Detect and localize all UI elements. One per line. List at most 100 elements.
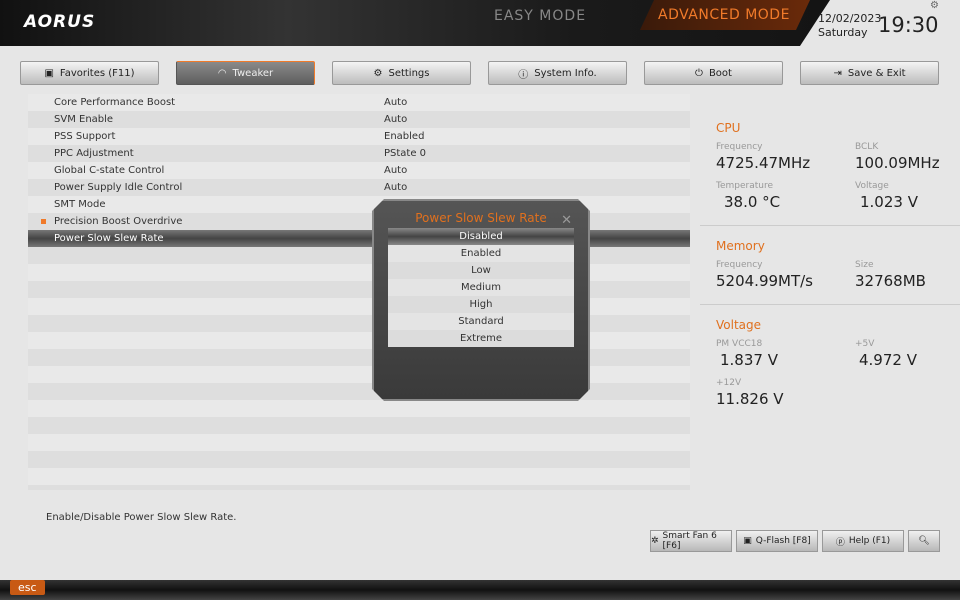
bclk: 100.09MHz	[855, 154, 940, 172]
tab-save-exit[interactable]: ⇥ Save & Exit	[800, 61, 939, 85]
tab-tweaker[interactable]: ◠ Tweaker	[176, 61, 315, 85]
setting-row[interactable]: SMT ModeAuto	[28, 196, 690, 213]
option-list: Disabled Enabled Low Medium High Standard Extr…	[388, 228, 574, 347]
setting-row[interactable]: Power Slow Slew Rate	[28, 230, 690, 247]
search-button[interactable]: 🔍︎	[908, 530, 940, 552]
option-item[interactable]: Extreme	[388, 330, 574, 347]
q-flash-button[interactable]: ▣ Q-Flash [F8]	[736, 530, 818, 552]
tab-label: System Info.	[534, 67, 597, 79]
setting-label: Core Performance Boost	[54, 97, 176, 108]
tab-system-info[interactable]: ⓘ System Info.	[488, 61, 627, 85]
option-item[interactable]: High	[388, 296, 574, 313]
p5v-label: +5V	[855, 339, 875, 349]
divider	[700, 225, 960, 226]
setting-value: Auto	[384, 182, 408, 193]
gear-icon: ⚙	[373, 67, 383, 79]
setting-row[interactable]: Core Performance Boost Auto	[28, 94, 690, 111]
tab-settings[interactable]: ⚙ Settings	[332, 61, 471, 85]
search-icon: 🔍︎	[918, 536, 930, 546]
aorus-logo: AORUS	[24, 12, 96, 32]
star-box-icon: ▣	[44, 67, 54, 79]
setting-label: PSS Support	[54, 131, 116, 142]
mem-size-label: Size	[855, 260, 874, 270]
setting-row[interactable]: Power Supply Idle Control Auto	[28, 179, 690, 196]
gear-icon[interactable]: ⚙	[930, 0, 939, 11]
main-tabs: ▣ Favorites (F11) ◠ Tweaker ⚙ Settings ⓘ Sys…	[20, 61, 939, 85]
tab-favorites[interactable]: ▣ Favorites (F11)	[20, 61, 159, 85]
option-popup: Power Slow Slew Rate ✕ Disabled Enabled Lo…	[372, 199, 590, 401]
cpu-freq: 4725.47MHz	[716, 154, 811, 172]
cpu-freq-label: Frequency	[716, 142, 763, 152]
setting-value: Auto	[384, 97, 408, 108]
option-item[interactable]: Medium	[388, 279, 574, 296]
setting-label: Power Supply Idle Control	[54, 182, 183, 193]
gauge-icon: ◠	[217, 67, 227, 79]
tab-label: Favorites (F11)	[59, 67, 135, 79]
setting-row[interactable]: SVM Enable Auto	[28, 111, 690, 128]
option-item[interactable]: Enabled	[388, 245, 574, 262]
bottom-toolbar: ✲ Smart Fan 6 [F6] ▣ Q-Flash [F8] ⓟ Help (F…	[650, 530, 940, 552]
mem-freq-label: Frequency	[716, 260, 763, 270]
option-item[interactable]: Standard	[388, 313, 574, 330]
info-icon: ⓘ	[518, 69, 529, 81]
mem-size: 32768MB	[855, 272, 926, 290]
setting-value: Auto	[384, 165, 408, 176]
setting-value: Enabled	[384, 131, 425, 142]
help-button[interactable]: ⓟ Help (F1)	[822, 530, 904, 552]
setting-label: Global C-state Control	[54, 165, 165, 176]
submenu-marker-icon	[41, 219, 46, 224]
close-icon[interactable]: ✕	[561, 213, 572, 228]
pm-vcc18-label: PM VCC18	[716, 339, 763, 349]
advanced-mode-button[interactable]: ADVANCED MODE	[640, 0, 810, 30]
power-icon: ⏻	[695, 67, 703, 79]
voltage-title: Voltage	[716, 318, 762, 332]
setting-label: PPC Adjustment	[54, 148, 134, 159]
esc-button[interactable]: esc	[10, 580, 45, 595]
tab-label: Save & Exit	[847, 67, 906, 79]
top-bar	[0, 0, 960, 46]
setting-row[interactable]: PSS Support Enabled	[28, 128, 690, 145]
setting-label: SMT Mode	[54, 199, 106, 210]
setting-label: Precision Boost Overdrive	[54, 216, 183, 227]
divider	[700, 304, 960, 305]
setting-row[interactable]: Precision Boost Overdrive	[28, 213, 690, 230]
cpu-volt: 1.023 V	[860, 193, 918, 211]
exit-icon: ⇥	[833, 67, 842, 79]
chip-icon: ▣	[743, 536, 752, 546]
setting-row[interactable]: PPC Adjustment PState 0	[28, 145, 690, 162]
clock: 19:30	[878, 13, 939, 37]
tab-label: Settings	[388, 67, 430, 79]
setting-value: Auto	[384, 114, 408, 125]
option-item[interactable]: Disabled	[388, 228, 574, 245]
p12v-label: +12V	[716, 378, 742, 388]
cpu-volt-label: Voltage	[855, 181, 889, 191]
setting-label: Power Slow Slew Rate	[54, 233, 164, 244]
bclk-label: BCLK	[855, 142, 879, 152]
p5v: 4.972 V	[859, 351, 917, 369]
cpu-title: CPU	[716, 121, 741, 135]
cpu-temp: 38.0 °C	[724, 193, 781, 211]
tab-boot[interactable]: ⏻ Boot	[644, 61, 783, 85]
fan-icon: ✲	[651, 536, 659, 546]
tab-label: Tweaker	[232, 67, 274, 79]
setting-label: SVM Enable	[54, 114, 114, 125]
memory-title: Memory	[716, 239, 765, 253]
pm-vcc18: 1.837 V	[720, 351, 778, 369]
tab-label: Boot	[708, 67, 732, 79]
easy-mode-button[interactable]: EASY MODE	[494, 8, 586, 24]
cpu-temp-label: Temperature	[716, 181, 774, 191]
button-label: Help (F1)	[848, 536, 891, 546]
help-icon: ⓟ	[835, 537, 845, 548]
button-label: Q-Flash [F8]	[755, 536, 811, 546]
p12v: 11.826 V	[716, 390, 784, 408]
day: Saturday	[818, 26, 868, 39]
mem-freq: 5204.99MT/s	[716, 272, 814, 290]
date-display: 12/02/2023 Saturday	[818, 12, 881, 40]
button-label: Smart Fan 6 [F6]	[662, 531, 717, 551]
settings-list: Core Performance Boost Auto SVM Enable Auto…	[28, 94, 690, 490]
option-item[interactable]: Low	[388, 262, 574, 279]
bottom-bar	[0, 580, 960, 600]
setting-row[interactable]: Global C-state Control Auto	[28, 162, 690, 179]
help-text: Enable/Disable Power Slow Slew Rate.	[46, 512, 237, 523]
smart-fan-button[interactable]: ✲ Smart Fan 6 [F6]	[650, 530, 732, 552]
